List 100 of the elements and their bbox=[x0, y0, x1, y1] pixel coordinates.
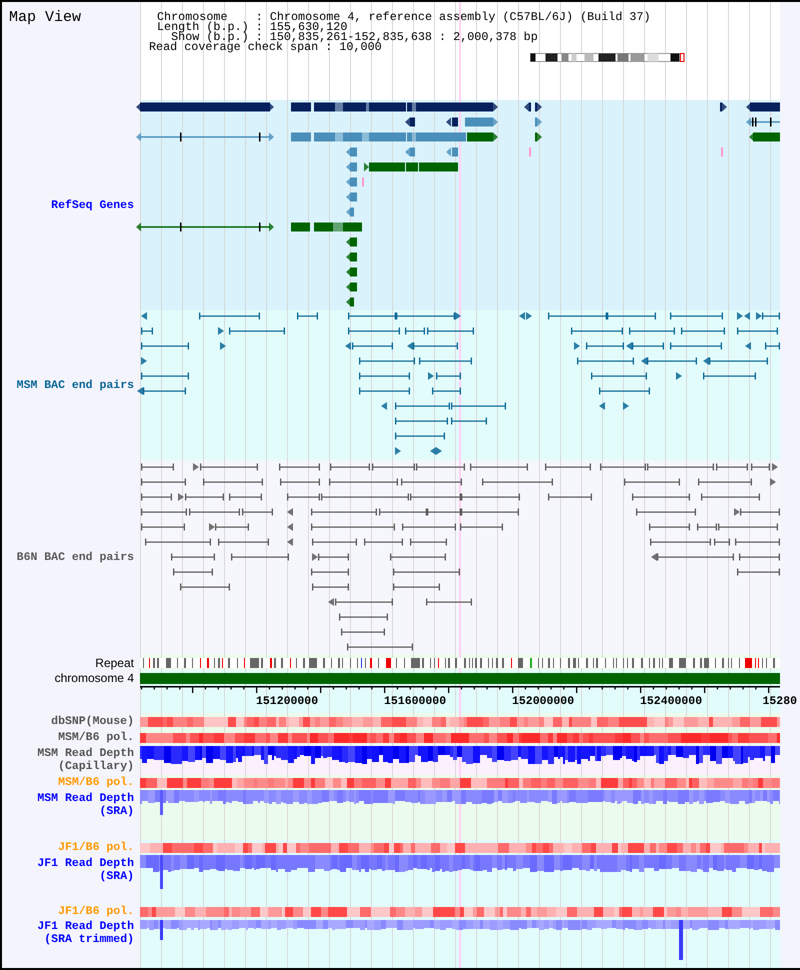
bac-end-pair bbox=[714, 538, 730, 546]
bac-end-marker bbox=[407, 342, 413, 350]
bac-end-marker bbox=[651, 553, 657, 561]
track-label: MSM Read Depth (SRA) bbox=[36, 792, 134, 818]
bac-end-marker bbox=[623, 402, 629, 410]
bac-end-marker bbox=[745, 342, 751, 350]
bac-end-marker bbox=[428, 372, 434, 380]
gene-model bbox=[535, 118, 542, 126]
track-label: JF1 Read Depth (SRA trimmed) bbox=[36, 920, 134, 946]
bac-end-pair bbox=[141, 372, 189, 380]
gene-model bbox=[746, 118, 780, 126]
small-feature-mark bbox=[721, 148, 723, 156]
bac-end-pair bbox=[393, 568, 460, 576]
bac-end-pair bbox=[199, 312, 260, 320]
track-label: MSM BAC end pairs bbox=[16, 378, 134, 392]
bac-end-marker bbox=[209, 523, 215, 531]
gene-model bbox=[749, 132, 780, 142]
bac-end-marker bbox=[345, 342, 351, 350]
bac-end-pair bbox=[141, 494, 172, 500]
gene-model bbox=[346, 282, 357, 292]
gene-model bbox=[524, 102, 531, 112]
chromosome-band bbox=[530, 54, 536, 62]
bac-end-marker bbox=[312, 553, 318, 561]
bac-end-pair bbox=[751, 464, 770, 470]
chromosome-band bbox=[546, 54, 558, 62]
coverage-span-info: Read coverage check span : 10,000 bbox=[149, 42, 382, 52]
bac-end-pair bbox=[670, 342, 722, 350]
gene-model bbox=[535, 132, 542, 142]
chromosome-band bbox=[630, 54, 644, 62]
track-label: MSM/B6 pol. bbox=[58, 776, 134, 789]
bac-end-pair bbox=[330, 464, 370, 470]
bac-end-marker bbox=[703, 357, 709, 365]
bac-end-marker bbox=[641, 357, 647, 365]
bac-end-marker bbox=[287, 538, 293, 546]
bac-end-pair bbox=[419, 358, 472, 364]
bac-end-pair bbox=[329, 478, 398, 486]
bac-end-pair bbox=[218, 538, 269, 546]
bac-end-pair bbox=[341, 628, 385, 636]
gene-model bbox=[346, 178, 357, 186]
bac-end-pair bbox=[359, 358, 415, 364]
gene-model bbox=[346, 268, 357, 276]
track-label: JF1 Read Depth (SRA) bbox=[36, 857, 134, 883]
bac-end-pair bbox=[548, 494, 592, 500]
bac-end-marker bbox=[574, 342, 580, 350]
bac-end-marker bbox=[141, 357, 147, 365]
bac-end-pair bbox=[765, 342, 780, 350]
gene-model bbox=[405, 118, 415, 126]
bac-end-marker bbox=[395, 447, 401, 455]
bac-end-marker bbox=[141, 312, 147, 320]
bac-end-marker bbox=[599, 402, 605, 410]
bac-end-pair bbox=[735, 538, 780, 546]
bac-end-pair bbox=[482, 478, 553, 486]
bac-end-marker bbox=[287, 523, 293, 531]
bac-end-pair bbox=[670, 312, 723, 320]
bac-end-pair bbox=[632, 494, 690, 500]
bac-end-pair bbox=[141, 524, 185, 530]
bac-end-pair bbox=[395, 418, 448, 424]
chromosome-band bbox=[670, 54, 680, 62]
track-label: MSM Read Depth (Capillary) bbox=[36, 747, 134, 773]
bac-end-pair bbox=[681, 328, 725, 334]
chromosome-band bbox=[598, 54, 616, 62]
bac-end-marker bbox=[455, 312, 461, 320]
ruler-label: 15280 bbox=[762, 695, 798, 708]
bac-end-pair bbox=[737, 328, 778, 334]
bac-end-pair bbox=[545, 464, 591, 470]
bac-end-pair bbox=[390, 554, 446, 560]
bac-end-marker bbox=[220, 342, 226, 350]
track-label: MSM/B6 pol. bbox=[58, 731, 134, 744]
bac-end-pair bbox=[460, 524, 503, 530]
track-label: B6N BAC end pairs bbox=[16, 551, 134, 564]
bac-end-pair bbox=[180, 584, 230, 590]
bac-end-pair bbox=[649, 524, 690, 530]
track-label: RefSeq Genes bbox=[51, 198, 134, 212]
gene-model bbox=[465, 118, 498, 126]
bac-end-pair bbox=[451, 418, 487, 424]
gene-model bbox=[746, 102, 780, 112]
bac-end-marker bbox=[770, 478, 776, 486]
gene-model bbox=[346, 208, 354, 216]
bac-end-pair bbox=[339, 614, 388, 620]
ruler-label: 152000000 bbox=[512, 695, 574, 708]
bac-end-pair bbox=[311, 568, 349, 576]
bac-end-marker bbox=[772, 463, 778, 471]
bac-end-pair bbox=[229, 328, 285, 334]
bac-end-pair bbox=[279, 464, 320, 470]
gene-model bbox=[346, 298, 354, 306]
ruler-label: 151200000 bbox=[256, 695, 318, 708]
small-feature-mark bbox=[362, 178, 364, 186]
bac-end-pair bbox=[141, 464, 174, 470]
bac-end-pair bbox=[297, 312, 318, 320]
bac-end-pair bbox=[364, 538, 403, 546]
bac-end-pair bbox=[242, 508, 273, 516]
bac-end-pair bbox=[145, 538, 211, 546]
bac-end-pair bbox=[410, 538, 447, 546]
bac-end-pair bbox=[231, 554, 289, 560]
bac-end-pair bbox=[347, 644, 413, 650]
bac-end-pair bbox=[698, 478, 752, 486]
gene-model bbox=[405, 148, 415, 156]
bac-end-marker bbox=[178, 493, 184, 501]
chromosome-info: Chromosome : Chromosome 4, reference assembly (C57BL/6J) (Build 37) bbox=[157, 12, 652, 22]
bac-end-pair bbox=[141, 328, 153, 334]
